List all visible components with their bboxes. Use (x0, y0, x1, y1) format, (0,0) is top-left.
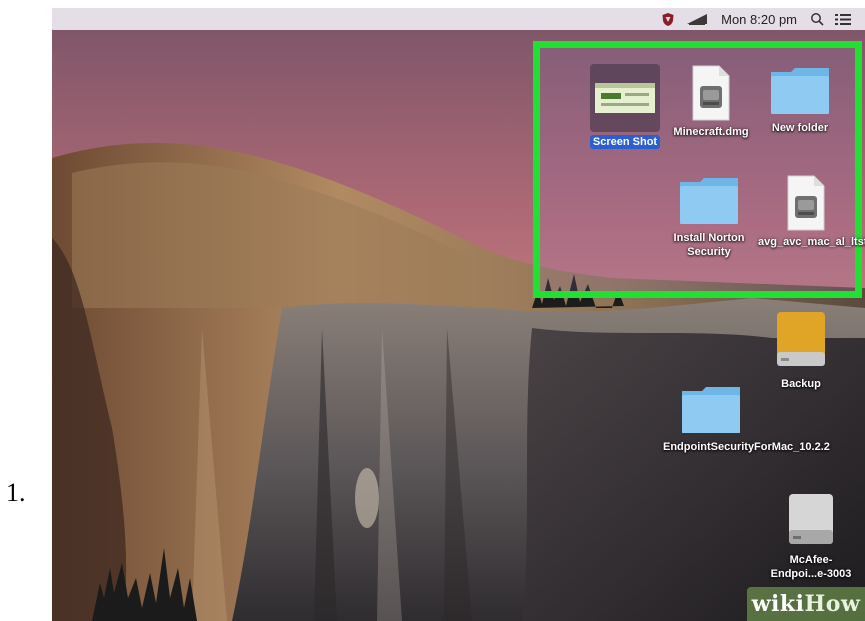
disk-image-file-icon (787, 175, 825, 231)
folder-icon (682, 387, 740, 433)
desktop-item-new-folder[interactable]: New folder (748, 64, 852, 136)
folder-icon (771, 68, 829, 114)
notification-list-icon[interactable] (835, 13, 851, 26)
external-drive-icon (777, 312, 825, 366)
folder-icon (680, 178, 738, 224)
desktop-item-label: New folder (771, 122, 829, 134)
network-icon[interactable] (686, 12, 708, 26)
watermark-wiki: wiki (751, 591, 805, 617)
shield-icon[interactable] (661, 12, 675, 27)
desktop-item-label: EndpointSecurityForMac_10.2.2 (663, 441, 830, 453)
desktop-item-install-norton-security[interactable]: Install Norton Security (657, 174, 761, 260)
mounted-volume-icon (789, 494, 833, 544)
desktop-item-label: Install Norton Security (673, 232, 745, 258)
search-icon[interactable] (810, 12, 824, 26)
desktop-item-label: Backup (781, 378, 821, 390)
menubar-clock[interactable]: Mon 8:20 pm (721, 12, 797, 27)
desktop-item-endpoint-security-for-mac[interactable]: EndpointSecurityForMac_10.2.2 (659, 383, 830, 455)
disk-image-file-icon (692, 65, 730, 121)
step-number: 1. (6, 478, 26, 507)
desktop-item-mcafee-volume[interactable]: McAfee-Endpoi...e-3003 (759, 490, 863, 582)
desktop-item-backup[interactable]: Backup (749, 308, 853, 392)
screenshot-thumbnail (590, 64, 660, 132)
desktop-item-label: McAfee-Endpoi...e-3003 (770, 554, 852, 580)
desktop-item-avg-dmg[interactable]: avg_avc_mac_al_ltst_121.dmg (754, 174, 865, 250)
wikihow-watermark: wikiHow (747, 587, 865, 621)
desktop-item-label: Minecraft.dmg (673, 126, 749, 138)
menu-bar: Mon 8:20 pm (52, 8, 865, 30)
mac-desktop-screen: Mon 8:20 pm Screen Shot Minecraft.dmg Ne… (52, 8, 865, 621)
desktop-item-label: Screen Shot (589, 135, 661, 149)
desktop-item-label: avg_avc_mac_al_ltst_121.dmg (758, 236, 865, 248)
watermark-how: How (804, 591, 861, 617)
